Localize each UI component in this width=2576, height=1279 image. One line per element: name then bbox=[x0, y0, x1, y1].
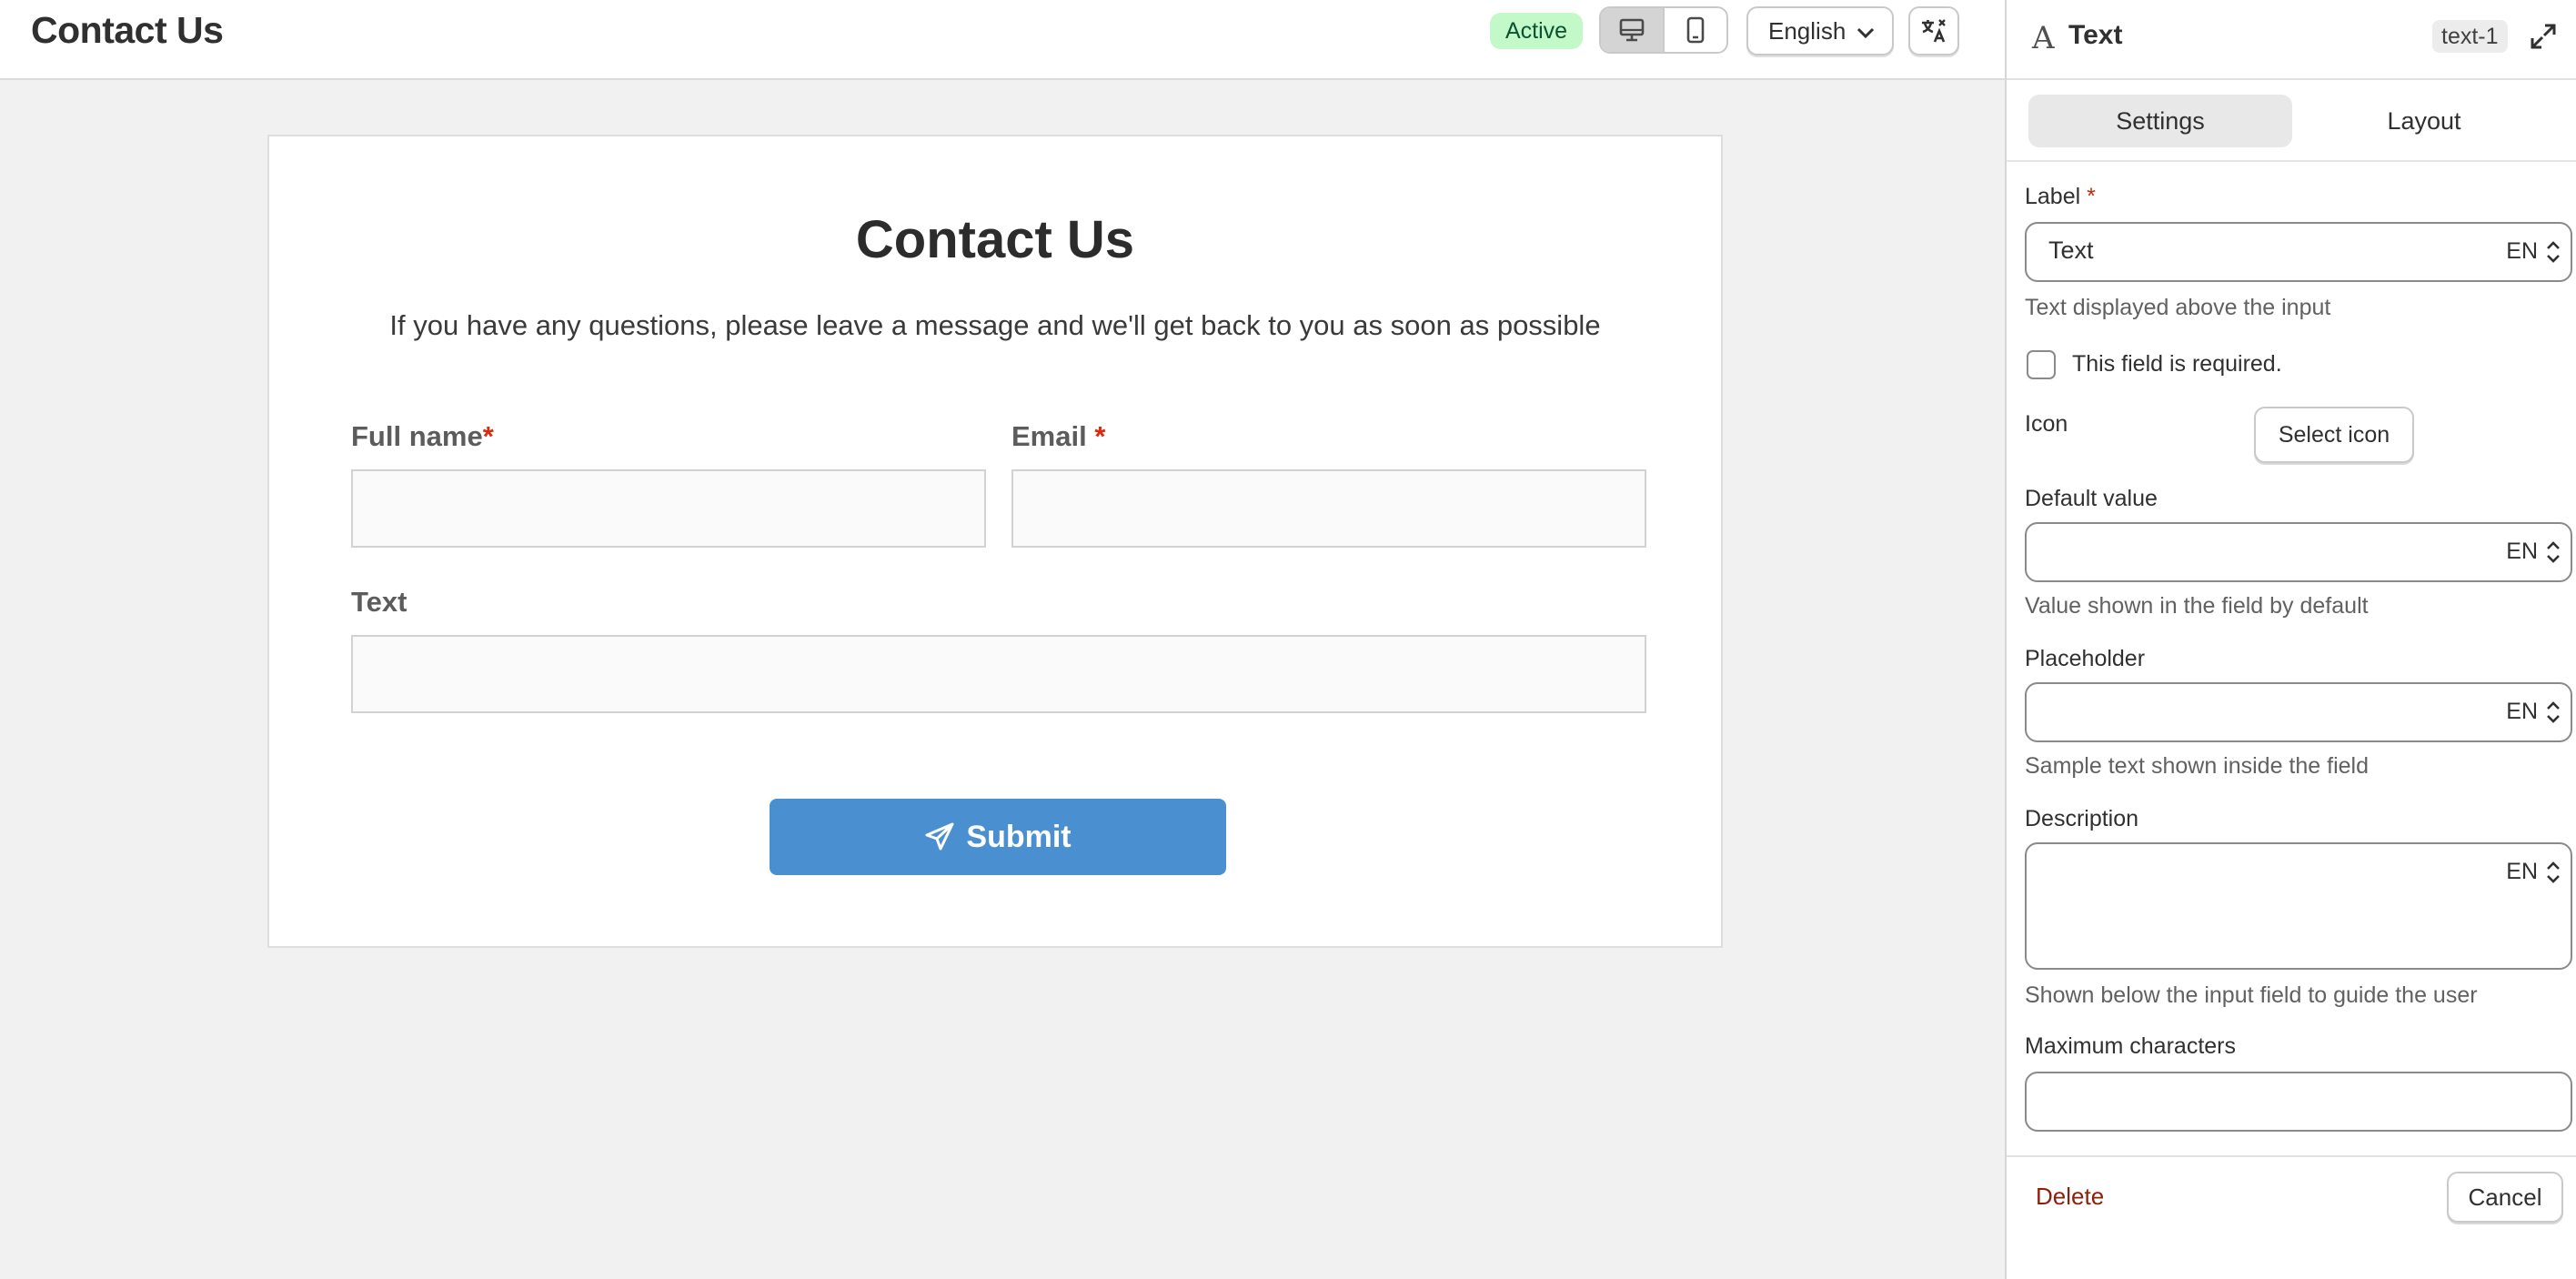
placeholder-help-text: Sample text shown inside the field bbox=[2025, 753, 2369, 779]
placeholder-label: Placeholder bbox=[2025, 646, 2146, 671]
placeholder-input[interactable]: EN bbox=[2025, 682, 2572, 742]
updown-chevron-icon bbox=[2547, 541, 2560, 563]
form-preview: Contact Us If you have any questions, pl… bbox=[267, 135, 1723, 948]
submit-button[interactable]: Submit bbox=[770, 799, 1226, 875]
max-chars-input[interactable] bbox=[2025, 1072, 2572, 1132]
send-icon bbox=[925, 822, 954, 851]
divider bbox=[2007, 160, 2576, 162]
language-code[interactable]: EN bbox=[2506, 238, 2538, 265]
form-title: Contact Us bbox=[855, 210, 1135, 269]
chevron-down-icon bbox=[1857, 27, 1875, 39]
form-subtitle: If you have any questions, please leave … bbox=[389, 309, 1601, 341]
default-value-label: Default value bbox=[2025, 486, 2158, 511]
submit-label: Submit bbox=[966, 819, 1072, 854]
description-input[interactable]: EN bbox=[2025, 842, 2572, 970]
tab-settings[interactable]: Settings bbox=[2028, 95, 2292, 147]
panel-header: A Text text-1 bbox=[2007, 0, 2576, 80]
language-value: English bbox=[1768, 17, 1846, 45]
properties-panel: A Text text-1 Settings Layout Label * Te… bbox=[2005, 0, 2576, 1279]
full-name-input[interactable] bbox=[351, 469, 986, 548]
cancel-button[interactable]: Cancel bbox=[2447, 1172, 2563, 1223]
max-chars-label: Maximum characters bbox=[2025, 1033, 2236, 1059]
default-value-input[interactable]: EN bbox=[2025, 522, 2572, 582]
desktop-icon bbox=[1619, 18, 1645, 42]
panel-tabs: Settings Layout bbox=[2028, 95, 2556, 147]
required-checkbox[interactable] bbox=[2027, 350, 2056, 379]
top-bar: Contact Us Active English bbox=[0, 0, 2005, 80]
description-label: Description bbox=[2025, 806, 2139, 831]
text-type-icon: A bbox=[2032, 20, 2055, 56]
label-help-text: Text displayed above the input bbox=[2025, 295, 2331, 320]
text-input[interactable] bbox=[351, 635, 1646, 713]
page-title: Contact Us bbox=[31, 9, 224, 51]
required-mark: * bbox=[482, 420, 494, 452]
field-label-text: Text bbox=[351, 586, 408, 618]
field-label-email: Email * bbox=[1011, 420, 1106, 452]
tab-layout[interactable]: Layout bbox=[2292, 95, 2556, 147]
required-mark: * bbox=[1094, 420, 1106, 452]
select-icon-button[interactable]: Select icon bbox=[2254, 407, 2414, 463]
translate-icon bbox=[1922, 19, 1946, 43]
expand-icon[interactable] bbox=[2529, 22, 2558, 51]
required-checkbox-label: This field is required. bbox=[2072, 351, 2282, 377]
mobile-icon bbox=[1686, 16, 1705, 44]
language-select[interactable]: English bbox=[1746, 6, 1894, 55]
description-help-text: Shown below the input field to guide the… bbox=[2025, 982, 2478, 1008]
updown-chevron-icon bbox=[2547, 701, 2560, 723]
updown-chevron-icon bbox=[2547, 241, 2560, 263]
field-label-full-name: Full name* bbox=[351, 420, 494, 452]
device-toggle bbox=[1599, 6, 1728, 54]
required-mark: * bbox=[2087, 184, 2096, 209]
mobile-view-button[interactable] bbox=[1665, 8, 1726, 52]
label-input[interactable]: Text EN bbox=[2025, 222, 2572, 282]
element-id-badge: text-1 bbox=[2432, 20, 2508, 53]
translate-button[interactable] bbox=[1908, 6, 1959, 55]
label-input-value: Text bbox=[2048, 237, 2094, 264]
delete-button[interactable]: Delete bbox=[2036, 1183, 2104, 1211]
language-code[interactable]: EN bbox=[2506, 539, 2538, 565]
label-field-label: Label * bbox=[2025, 184, 2096, 209]
default-value-help-text: Value shown in the field by default bbox=[2025, 593, 2369, 619]
email-input[interactable] bbox=[1011, 469, 1646, 548]
desktop-view-button[interactable] bbox=[1601, 8, 1665, 52]
language-code[interactable]: EN bbox=[2506, 699, 2538, 725]
updown-chevron-icon bbox=[2547, 861, 2560, 883]
panel-title: Text bbox=[2068, 20, 2123, 50]
icon-field-label: Icon bbox=[2025, 411, 2068, 437]
status-badge: Active bbox=[1490, 13, 1584, 49]
language-code[interactable]: EN bbox=[2506, 859, 2538, 885]
divider bbox=[2007, 1155, 2576, 1157]
